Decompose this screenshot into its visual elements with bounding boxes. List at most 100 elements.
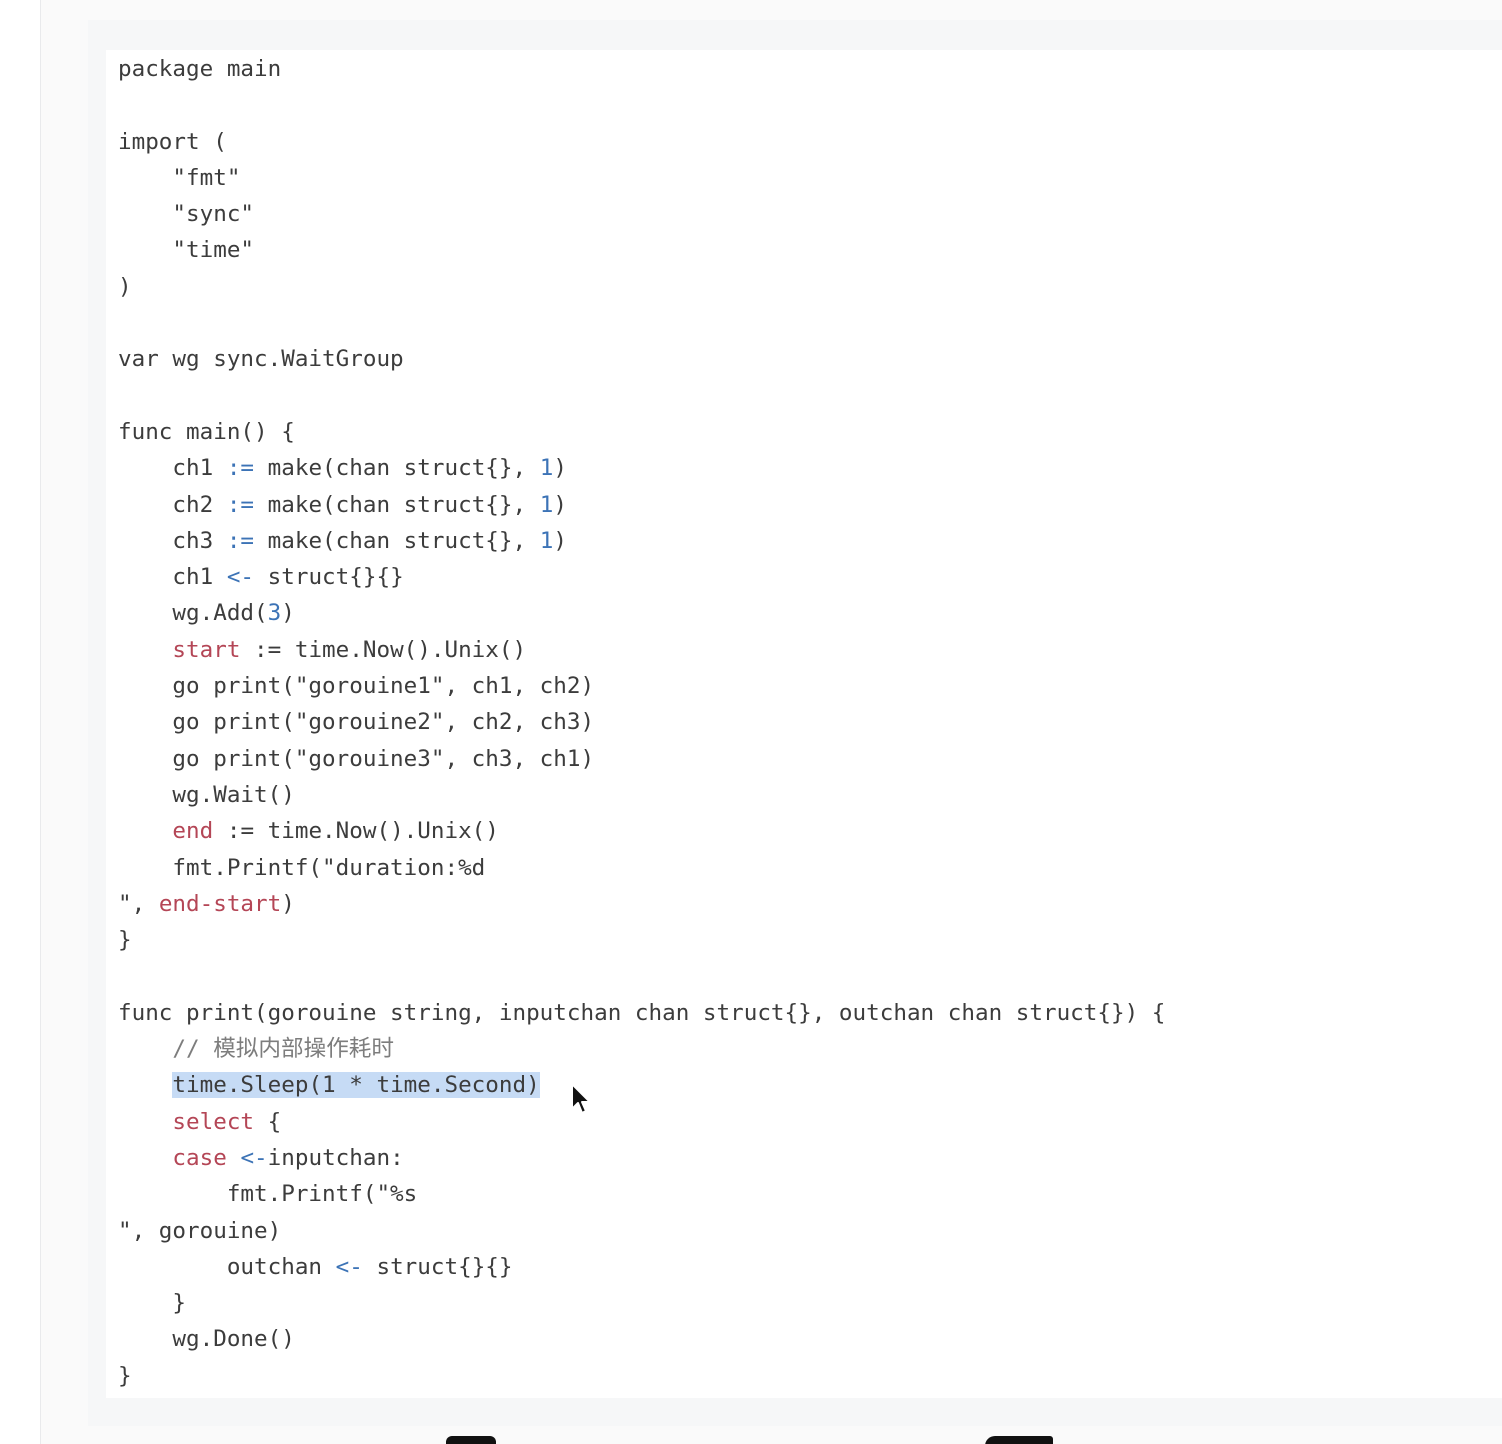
- code-token: inputchan:: [267, 1144, 404, 1171]
- code-operator: :=: [226, 527, 255, 554]
- code-line[interactable]: ", gorouine): [118, 1213, 1165, 1249]
- code-line[interactable]: select {: [118, 1104, 1165, 1140]
- code-number: 3: [267, 600, 282, 627]
- code-line[interactable]: ch3 := make(chan struct{}, 1): [118, 523, 1165, 559]
- code-line[interactable]: wg.Done(): [118, 1321, 1165, 1357]
- page: package main import ( "fmt" "sync" "time…: [0, 0, 1502, 1444]
- code-line[interactable]: start := time.Now().Unix(): [118, 632, 1165, 668]
- code-token: ch1: [118, 455, 227, 482]
- code-token: go print("gorouine2", ch2, ch3): [118, 709, 595, 736]
- code-line[interactable]: wg.Add(3): [118, 595, 1165, 631]
- code-token: package main: [118, 56, 282, 82]
- code-line[interactable]: package main: [118, 51, 1165, 87]
- code-line[interactable]: [118, 958, 1165, 994]
- code-token: wg.Add(: [118, 600, 268, 627]
- code-line[interactable]: wg.Wait(): [118, 777, 1165, 813]
- code-operator: <-: [226, 564, 255, 591]
- code-number: 1: [539, 455, 554, 482]
- code-token: struct{}{}: [362, 1253, 513, 1280]
- code-line[interactable]: ch1 <- struct{}{}: [118, 559, 1165, 595]
- code-line[interactable]: func main() {: [118, 414, 1165, 450]
- code-text[interactable]: package main import ( "fmt" "sync" "time…: [118, 51, 1165, 1394]
- code-number: 1: [539, 491, 554, 518]
- code-token: go print("gorouine3", ch3, ch1): [118, 745, 595, 772]
- code-token: var wg sync.WaitGroup: [118, 346, 404, 373]
- code-token: ): [553, 455, 567, 482]
- code-token: fmt.Printf("%s: [118, 1181, 418, 1208]
- code-token: outchan: [118, 1253, 336, 1280]
- code-token: wg.Wait(): [118, 781, 295, 808]
- code-line[interactable]: [118, 87, 1165, 123]
- code-token: ch1: [118, 564, 227, 591]
- code-line[interactable]: case <-inputchan:: [118, 1140, 1165, 1176]
- code-line[interactable]: fmt.Printf("duration:%d: [118, 850, 1165, 886]
- code-token: struct{}{}: [254, 564, 404, 591]
- code-line[interactable]: "time": [118, 232, 1165, 268]
- bottom-mark-right: [985, 1436, 1053, 1444]
- code-line[interactable]: [118, 305, 1165, 341]
- code-line[interactable]: ): [118, 269, 1165, 305]
- code-line[interactable]: time.Sleep(1 * time.Second): [118, 1067, 1165, 1103]
- code-line[interactable]: }: [118, 922, 1165, 958]
- code-line[interactable]: func print(gorouine string, inputchan ch…: [118, 995, 1165, 1031]
- code-token: {: [254, 1108, 282, 1135]
- code-operator: <-: [240, 1144, 268, 1171]
- code-comment: // 模拟内部操作耗时: [172, 1036, 394, 1063]
- code-line[interactable]: "fmt": [118, 160, 1165, 196]
- code-line[interactable]: end := time.Now().Unix(): [118, 813, 1165, 849]
- code-line[interactable]: ch2 := make(chan struct{}, 1): [118, 487, 1165, 523]
- code-token: ): [553, 527, 567, 554]
- code-line[interactable]: go print("gorouine2", ch2, ch3): [118, 704, 1165, 740]
- left-gutter: [0, 0, 41, 1444]
- code-token: ): [118, 273, 132, 300]
- code-token: ): [281, 600, 295, 627]
- code-variable: start: [172, 636, 241, 663]
- code-line[interactable]: go print("gorouine3", ch3, ch1): [118, 741, 1165, 777]
- code-token: "fmt": [118, 164, 241, 191]
- bottom-mark-left: [446, 1436, 496, 1444]
- code-line[interactable]: [118, 378, 1165, 414]
- code-variable: end-start: [158, 890, 282, 917]
- code-token: ", gorouine): [118, 1217, 282, 1244]
- mouse-pointer-icon: [571, 1083, 591, 1114]
- code-line[interactable]: go print("gorouine1", ch1, ch2): [118, 668, 1165, 704]
- code-line[interactable]: var wg sync.WaitGroup: [118, 341, 1165, 377]
- code-block[interactable]: package main import ( "fmt" "sync" "time…: [106, 50, 1502, 1398]
- code-token: ch3: [118, 527, 227, 554]
- code-token: }: [118, 1362, 132, 1389]
- code-token: fmt.Printf("duration:%d: [118, 854, 486, 881]
- code-token: import (: [118, 128, 227, 155]
- code-line[interactable]: ch1 := make(chan struct{}, 1): [118, 450, 1165, 486]
- code-token: "time": [118, 237, 255, 264]
- code-keyword: case: [172, 1144, 227, 1171]
- code-token: ch2: [118, 491, 227, 518]
- code-keyword: select: [172, 1108, 255, 1135]
- code-token: ): [281, 890, 295, 917]
- code-line[interactable]: fmt.Printf("%s: [118, 1176, 1165, 1212]
- code-token: := time.Now().Unix(): [240, 636, 527, 663]
- bottom-edge-marks: [0, 1432, 1502, 1444]
- code-line[interactable]: ", end-start): [118, 886, 1165, 922]
- code-line[interactable]: import (: [118, 124, 1165, 160]
- code-operator: <-: [335, 1253, 363, 1280]
- code-operator: :=: [226, 455, 255, 482]
- code-line[interactable]: // 模拟内部操作耗时: [118, 1031, 1165, 1067]
- code-token: ",: [118, 890, 159, 917]
- selected-text: time.Sleep(1 * time.Second): [172, 1072, 540, 1099]
- code-token: go print("gorouine1", ch1, ch2): [118, 673, 595, 700]
- code-line[interactable]: }: [118, 1358, 1165, 1394]
- code-line[interactable]: "sync": [118, 196, 1165, 232]
- code-line[interactable]: outchan <- struct{}{}: [118, 1249, 1165, 1285]
- code-token: func main() {: [118, 418, 295, 445]
- code-token: }: [118, 1290, 187, 1317]
- code-token: "sync": [118, 201, 255, 228]
- code-line[interactable]: }: [118, 1285, 1165, 1321]
- code-token: func print(gorouine string, inputchan ch…: [118, 999, 1166, 1026]
- code-token: }: [118, 927, 132, 954]
